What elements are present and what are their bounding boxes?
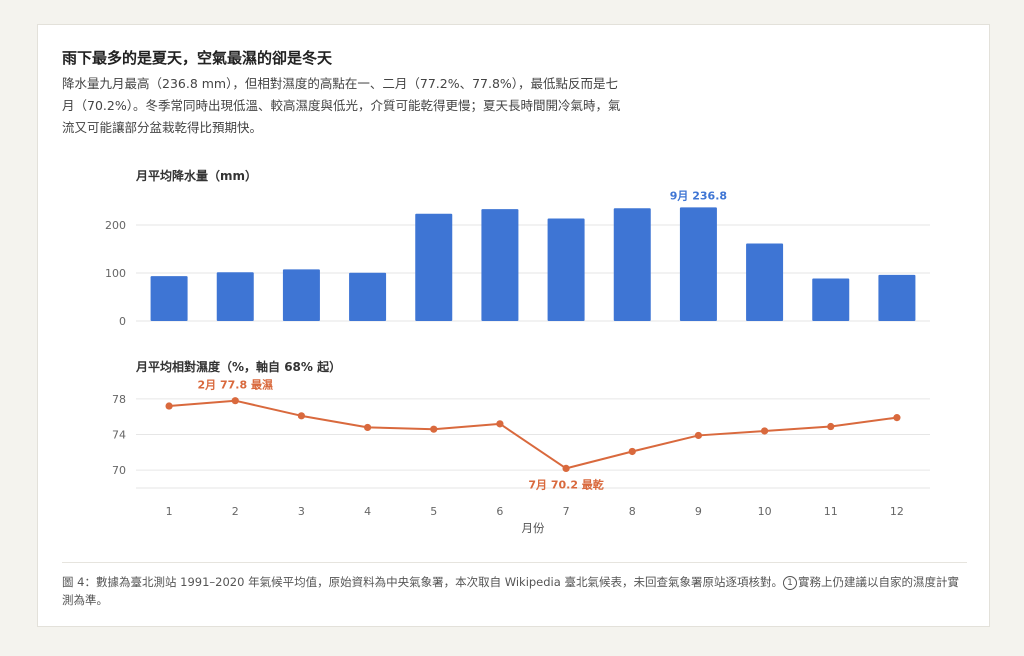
x-tick-label: 3 [298,505,305,518]
x-tick-label: 8 [629,505,636,518]
bar-y-tick-label: 200 [105,219,126,232]
x-tick-label: 12 [890,505,904,518]
humidity-point-8 [628,447,636,456]
humidity-point-9 [694,431,703,440]
bar-2 [216,272,254,321]
figure-card: 雨下最多的是夏天，空氣最濕的卻是冬天 降水量九月最高（236.8 mm），但相對… [37,24,990,627]
humidity-point-1 [165,402,173,410]
humidity-point-10 [760,427,769,435]
bar-11 [812,278,850,321]
bar-9 [679,207,717,321]
footnote-marker-icon[interactable]: 1 [782,576,797,590]
humidity-point-11 [827,422,835,431]
bar-8 [613,208,651,321]
bar-annotation: 9月 236.8 [670,189,727,202]
x-tick-label: 1 [166,505,173,518]
humidity-point-3 [297,412,306,420]
bar-7 [547,218,585,321]
humidity-point-12 [893,414,901,422]
x-tick-label: 9 [695,505,702,518]
x-tick-label: 10 [758,505,772,518]
bar-5 [415,213,453,321]
charts-svg: 月平均降水量（mm） 0 100 200 9月 236.8 月平均相對濕度（%，軸自 68… [105,168,930,535]
bar-6 [481,209,519,321]
line-y-tick-label: 74 [112,429,126,442]
x-axis-label: 月份 [522,521,545,535]
bar-4 [349,272,387,321]
bar-10 [746,243,784,321]
humidity-point-4 [363,423,372,432]
x-tick-label: 5 [430,505,437,518]
x-tick-label: 11 [824,505,838,518]
bar-y-tick-label: 0 [119,315,126,328]
x-tick-label: 4 [364,505,371,518]
bar-1 [150,276,188,321]
bar-y-tick-label: 100 [105,267,126,280]
humidity-point-5 [430,425,438,433]
line-chart-title: 月平均相對濕度（%，軸自 68% 起） [135,359,341,374]
line-y-tick-label: 78 [112,393,126,406]
line-annotation: 7月 70.2 最乾 [528,477,603,491]
footnote-divider [62,562,967,563]
line-y-tick-label: 70 [112,464,126,477]
humidity-point-7 [562,464,570,472]
x-tick-label: 7 [563,505,570,518]
bar-chart-title: 月平均降水量（mm） [135,168,257,183]
footnote: 圖 4：數據為臺北測站 1991–2020 年氣候平均值，原始資料為中央氣象署，… [62,573,967,609]
footnote-text: 圖 4：數據為臺北測站 1991–2020 年氣候平均值，原始資料為中央氣象署，… [62,575,783,589]
bar-3 [282,269,320,321]
humidity-point-2 [231,397,239,405]
humidity-point-6 [496,420,504,428]
line-annotation: 2月 77.8 最濕 [198,378,273,392]
bar-12 [878,274,916,321]
x-tick-label: 6 [496,505,503,518]
x-tick-label: 2 [232,505,239,518]
